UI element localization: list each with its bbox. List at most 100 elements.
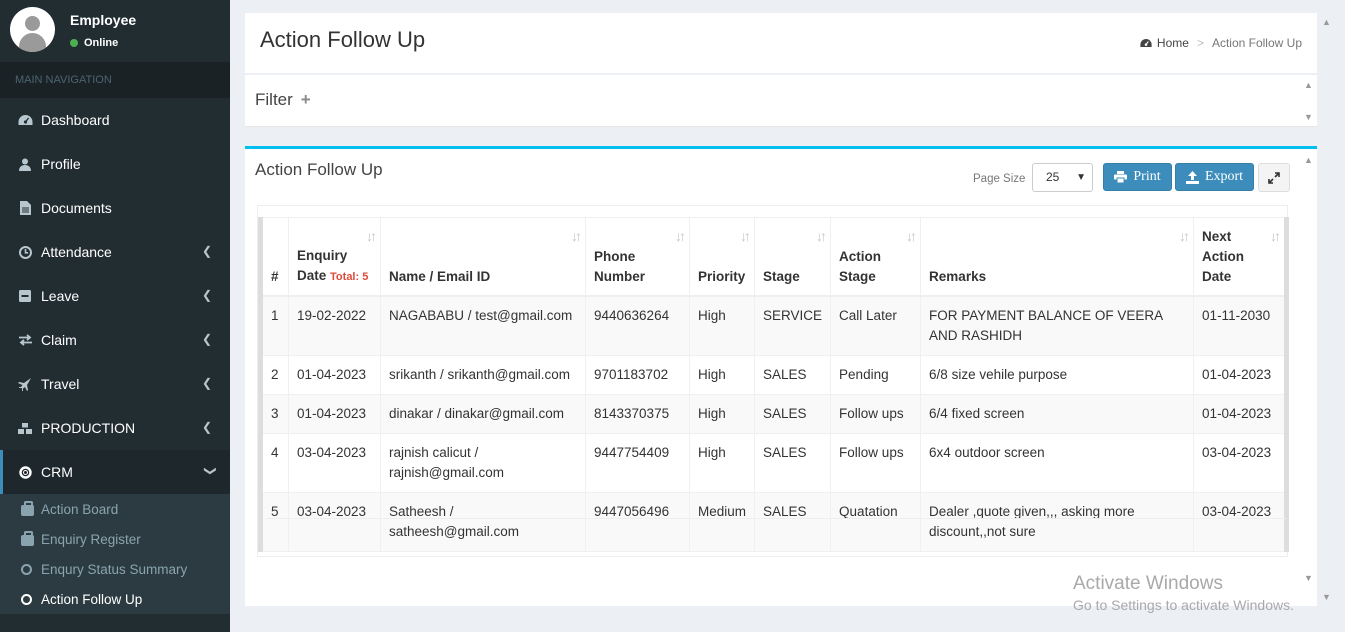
scroll-down-arrow[interactable]: ▼ (1304, 573, 1313, 583)
chevron-left-icon: ❮ (201, 332, 212, 346)
column-header-action-stage[interactable]: Action Stage ↓↑ (830, 217, 922, 297)
page-title: Action Follow Up (260, 27, 426, 52)
breadcrumb-home[interactable]: Home (1140, 36, 1189, 50)
table-row[interactable]: 5 03-04-2023 Satheesh / satheesh@gmail.c… (260, 492, 1287, 552)
content-header: Action Follow Up Home > Action Follow Up (245, 13, 1317, 73)
column-header-remarks[interactable]: Remarks ↓↑ (920, 217, 1195, 297)
print-icon (1114, 171, 1128, 183)
sort-icon[interactable]: ↓↑ (1179, 226, 1190, 246)
print-button[interactable]: Print (1103, 163, 1172, 191)
cell-phone: 8143370375 (585, 394, 690, 434)
chevron-down-icon: ❮ (201, 465, 216, 477)
table-row[interactable]: 2 01-04-2023 srikanth / srikanth@gmail.c… (260, 355, 1287, 395)
document-icon (17, 201, 33, 215)
breadcrumb: Home > Action Follow Up (1140, 36, 1302, 50)
table-row[interactable]: 4 03-04-2023 rajnish calicut / rajnish@g… (260, 433, 1287, 493)
table-row[interactable]: 1 19-02-2022 NAGABABU / test@gmail.com 9… (260, 295, 1287, 356)
sort-icon[interactable]: ↓↑ (366, 226, 377, 246)
sidebar-item-action-follow-up[interactable]: Action Follow Up (0, 584, 230, 614)
column-header-stage[interactable]: Stage ↓↑ (754, 217, 832, 297)
column-header-next-action-date[interactable]: Next Action Date ↓↑ (1193, 217, 1287, 297)
sort-icon[interactable]: ↓↑ (571, 226, 582, 246)
chevron-left-icon: ❮ (201, 376, 212, 390)
scroll-up-arrow[interactable]: ▲ (1304, 155, 1313, 165)
page-size-select[interactable]: 25 ▼ (1032, 163, 1093, 192)
cell-stage: SALES (754, 492, 832, 552)
column-header-priority[interactable]: Priority ↓↑ (688, 217, 756, 297)
table-container: # Enquiry Date Total: 5 ↓↑ Name / Email ID… (257, 205, 1289, 557)
sort-icon[interactable]: ↓↑ (906, 226, 917, 246)
table-footer (266, 518, 1286, 519)
fullscreen-button[interactable] (1258, 163, 1290, 192)
user-name: Employee (70, 12, 137, 28)
cell-number: 2 (260, 355, 289, 395)
avatar[interactable] (10, 7, 55, 52)
sidebar-item-enquiry-register[interactable]: Enquiry Register (0, 524, 230, 554)
column-header-phone[interactable]: Phone Number ↓↑ (585, 217, 690, 297)
sidebar-item-leave[interactable]: Leave ❮ (0, 274, 230, 318)
cell-stage: SERVICE (754, 295, 832, 356)
cell-stage: SALES (754, 433, 832, 493)
sort-icon[interactable]: ↓↑ (816, 226, 827, 246)
cell-name-email: Satheesh / satheesh@gmail.com (380, 492, 586, 552)
sort-icon[interactable]: ↓↑ (740, 226, 751, 246)
export-button[interactable]: Export (1175, 163, 1254, 191)
activate-windows-watermark: Activate Windows Go to Settings to activ… (1073, 573, 1294, 613)
user-panel: Employee Online (0, 0, 230, 62)
column-header-number: # (260, 217, 289, 297)
plus-icon[interactable]: + (301, 90, 311, 110)
cell-enquiry-date: 19-02-2022 (288, 295, 381, 356)
cell-remarks: Dealer ,quote given,,, asking more disco… (920, 492, 1195, 552)
upload-icon (1185, 170, 1199, 184)
filter-toggle[interactable]: Filter + (255, 90, 311, 110)
plane-icon (17, 377, 33, 391)
table-row[interactable]: 3 01-04-2023 dinakar / dinakar@gmail.com… (260, 394, 1287, 434)
cell-action-stage: Quatation (830, 492, 922, 552)
cell-action-stage: Call Later (830, 295, 922, 356)
cell-phone: 9701183702 (585, 355, 690, 395)
cell-next-action-date: 01-04-2023 (1193, 355, 1287, 395)
sidebar-item-profile[interactable]: Profile (0, 142, 230, 186)
chevron-left-icon: ❮ (201, 288, 212, 302)
page-scroll-up-arrow[interactable]: ▲ (1322, 17, 1331, 27)
cell-next-action-date: 01-04-2023 (1193, 394, 1287, 434)
online-status-icon (70, 39, 78, 47)
page-scroll-down-arrow[interactable]: ▼ (1322, 592, 1331, 602)
cell-next-action-date: 03-04-2023 (1193, 492, 1287, 552)
cell-remarks: FOR PAYMENT BALANCE OF VEERA AND RASHIDH (920, 295, 1195, 356)
scroll-down-arrow[interactable]: ▼ (1304, 112, 1313, 122)
minus-square-icon (17, 290, 33, 302)
sidebar-item-crm[interactable]: CRM ❮ (0, 450, 230, 494)
action-follow-up-box: Action Follow Up Page Size 25 ▼ Print Ex… (245, 146, 1317, 606)
sidebar-item-production[interactable]: PRODUCTION ❮ (0, 406, 230, 450)
sidebar-item-attendance[interactable]: Attendance ❮ (0, 230, 230, 274)
cell-name-email: dinakar / dinakar@gmail.com (380, 394, 586, 434)
cell-number: 5 (260, 492, 289, 552)
box-title: Action Follow Up (255, 160, 383, 179)
sort-icon[interactable]: ↓↑ (675, 226, 686, 246)
filter-title: Filter (255, 90, 293, 109)
sidebar: Employee Online MAIN NAVIGATION Dashboar… (0, 0, 230, 632)
sidebar-item-travel[interactable]: Travel ❮ (0, 362, 230, 406)
sidebar-item-action-board[interactable]: Action Board (0, 494, 230, 524)
cell-remarks: 6/4 fixed screen (920, 394, 1195, 434)
sidebar-item-enquiry-status-summary[interactable]: Enqury Status Summary (0, 554, 230, 584)
sidebar-item-documents[interactable]: Documents (0, 186, 230, 230)
sort-icon[interactable]: ↓↑ (1270, 226, 1281, 246)
cell-phone: 9440636264 (585, 295, 690, 356)
column-header-enquiry-date[interactable]: Enquiry Date Total: 5 ↓↑ (288, 217, 381, 297)
sidebar-item-dashboard[interactable]: Dashboard (0, 98, 230, 142)
cell-name-email: srikanth / srikanth@gmail.com (380, 355, 586, 395)
chevron-left-icon: ❮ (201, 244, 212, 258)
scroll-up-arrow[interactable]: ▲ (1304, 80, 1313, 90)
cell-phone: 9447056496 (585, 492, 690, 552)
dashboard-icon (17, 114, 33, 126)
column-header-name-email[interactable]: Name / Email ID ↓↑ (380, 217, 586, 297)
cell-priority: High (688, 295, 756, 356)
cell-number: 4 (260, 433, 289, 493)
breadcrumb-separator: > (1196, 36, 1204, 50)
cell-stage: SALES (754, 355, 832, 395)
cell-name-email: rajnish calicut / rajnish@gmail.com (380, 433, 586, 493)
circle-icon (21, 563, 35, 575)
sidebar-item-claim[interactable]: Claim ❮ (0, 318, 230, 362)
